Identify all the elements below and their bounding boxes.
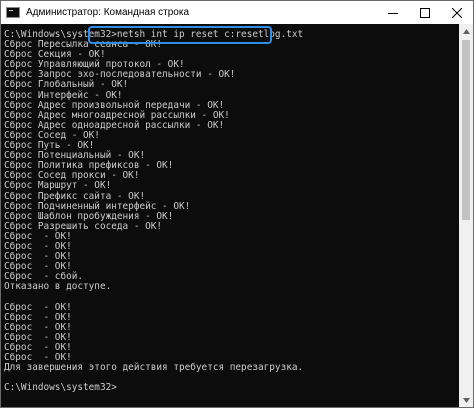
close-button[interactable] <box>441 1 473 24</box>
console-line: Отказано в доступе. <box>4 281 112 293</box>
console-line: C:\Windows\system32> <box>4 382 117 394</box>
console-line: Сброс - OK! <box>4 321 72 333</box>
console-line: Сброс - OK! <box>4 240 72 252</box>
cmd-icon <box>6 7 20 18</box>
console-line: Сброс Маршрут - OK! <box>4 180 112 192</box>
minimize-icon <box>388 12 398 14</box>
window-controls <box>377 1 473 24</box>
vertical-scrollbar[interactable] <box>459 24 473 407</box>
title-bar[interactable]: Администратор: Командная строка <box>1 1 473 24</box>
close-icon <box>452 7 462 18</box>
console-line: Сброс - OK! <box>4 341 72 353</box>
console-output[interactable]: C:\Windows\system32>netsh int ip reset c… <box>1 24 459 407</box>
console-line: Сброс - OK! <box>4 311 72 323</box>
console-line: Сброс - OK! <box>4 301 72 313</box>
scroll-up-button[interactable] <box>459 24 473 38</box>
maximize-icon <box>420 7 430 18</box>
console-line: Для завершения этого действия требуется … <box>4 362 304 374</box>
maximize-button[interactable] <box>409 1 441 24</box>
chevron-up-icon <box>462 28 470 34</box>
minimize-button[interactable] <box>377 1 409 24</box>
scroll-down-button[interactable] <box>459 393 473 407</box>
chevron-down-icon <box>462 397 470 403</box>
scrollbar-thumb[interactable] <box>462 40 470 220</box>
window-title: Администратор: Командная строка <box>26 7 190 18</box>
console-line: Сброс - OK! <box>4 230 72 242</box>
console-line: Сброс - OK! <box>4 251 72 263</box>
console-line: Сброс - OK! <box>4 331 72 343</box>
console-line: Сброс Разрешить соседа - OK! <box>4 220 163 232</box>
command-prompt-window: Администратор: Командная строка C:\Windo… <box>0 0 474 408</box>
